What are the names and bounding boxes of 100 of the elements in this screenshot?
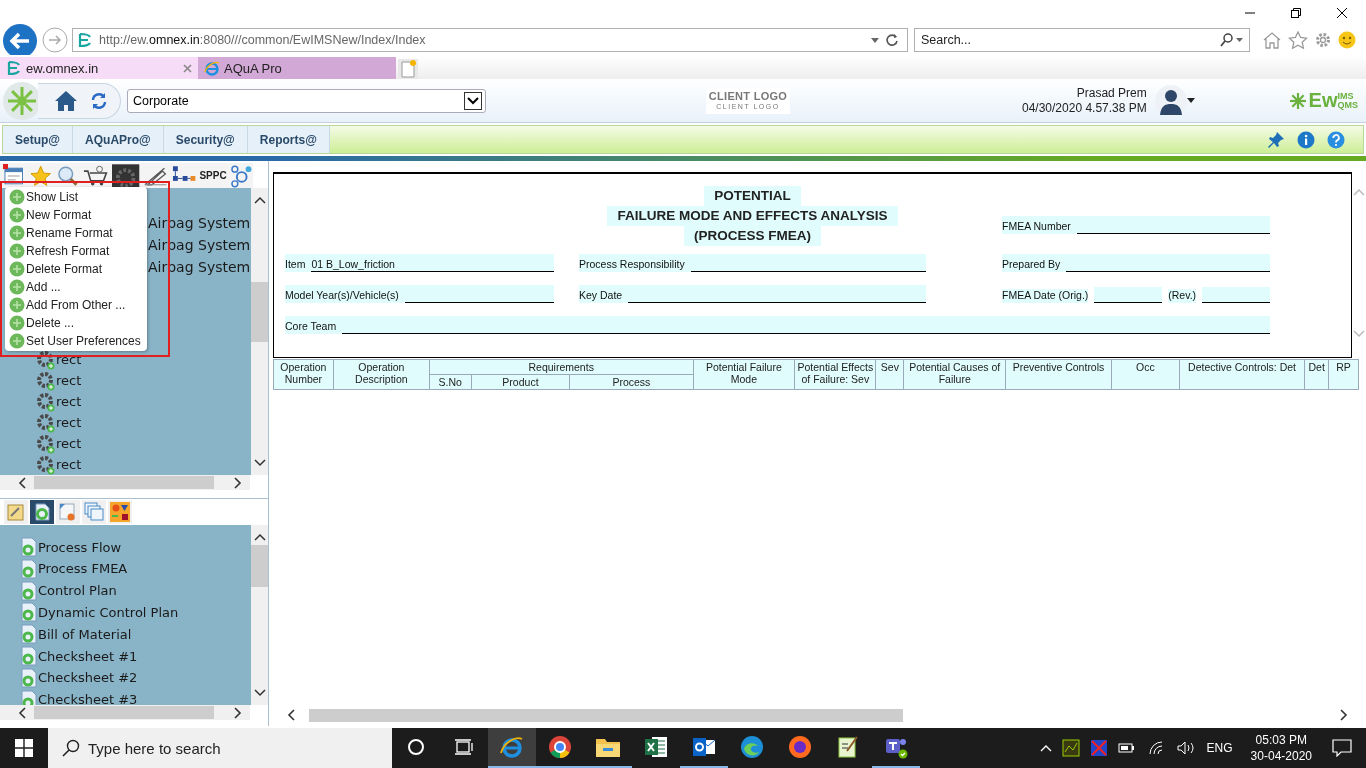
search-field[interactable]: Search... xyxy=(914,28,1250,52)
scroll-left-icon[interactable] xyxy=(287,709,295,721)
column-header: Occ xyxy=(1111,359,1180,390)
location-dropdown[interactable]: Corporate xyxy=(127,88,486,113)
browser-tab[interactable]: AQuA Pro xyxy=(198,57,396,79)
scroll-thumb[interactable] xyxy=(251,545,268,588)
browser-tab[interactable]: ew.omnex.in xyxy=(0,57,198,79)
gear-icon[interactable] xyxy=(112,163,140,188)
menu-item[interactable]: Set User Preferences xyxy=(5,332,147,350)
gear-icon xyxy=(36,370,56,391)
template-tab[interactable] xyxy=(108,500,132,525)
menu-item[interactable]: Rename Format xyxy=(5,224,147,242)
column-header: Potential Failure Mode xyxy=(693,359,795,390)
document-icon xyxy=(20,646,38,667)
template-item[interactable]: Control Plan xyxy=(38,583,117,599)
plus-icon xyxy=(9,315,25,331)
menu-item[interactable]: Add ... xyxy=(5,278,147,296)
menu-item[interactable]: Refresh Format xyxy=(5,242,147,260)
template-tab[interactable] xyxy=(30,500,54,525)
home-icon[interactable] xyxy=(1262,31,1282,49)
scroll-left-icon[interactable] xyxy=(18,476,26,489)
menu-item[interactable]: Delete ... xyxy=(5,314,147,332)
toolbar-label[interactable]: SPPC xyxy=(199,170,227,181)
notepad-icon xyxy=(6,502,26,523)
scroll-right-icon[interactable] xyxy=(234,706,242,719)
menu-item[interactable]: Add From Other ... xyxy=(5,296,147,314)
menu-item[interactable]: Reports@ xyxy=(247,126,330,153)
plus-icon xyxy=(9,225,25,241)
scroll-right-icon[interactable] xyxy=(234,476,242,489)
vertical-scrollbar[interactable] xyxy=(251,188,268,476)
column-header: Potential Effects of Failure: Sev xyxy=(794,359,876,390)
dropdown-icon[interactable] xyxy=(464,91,482,110)
tree-item[interactable]: rect xyxy=(56,457,82,473)
column-header: Potential Causes of Failure xyxy=(903,359,1006,390)
scroll-up-icon[interactable] xyxy=(253,533,266,542)
avatar-icon[interactable] xyxy=(1154,84,1187,117)
network-icon[interactable] xyxy=(229,163,253,188)
pin-icon[interactable] xyxy=(1267,130,1285,149)
home-icon[interactable] xyxy=(54,89,78,112)
menu-item[interactable]: AQuAPro@ xyxy=(73,126,164,153)
template-item[interactable]: Checksheet #2 xyxy=(38,670,138,686)
template-item[interactable]: Process FMEA xyxy=(38,561,128,577)
plus-icon xyxy=(9,333,25,349)
scroll-up-icon[interactable] xyxy=(253,196,266,204)
template-item[interactable]: Process Flow xyxy=(38,539,122,555)
menu-item[interactable]: New Format xyxy=(5,206,147,224)
browser-e-icon xyxy=(204,60,220,76)
tray-app-icon[interactable] xyxy=(1061,739,1080,757)
scroll-left-icon[interactable] xyxy=(18,706,26,719)
refresh-icon[interactable] xyxy=(90,91,108,110)
refresh-icon[interactable] xyxy=(885,33,899,47)
shapes-icon xyxy=(110,502,130,523)
magnifier-icon[interactable] xyxy=(55,164,80,187)
taskbar-search-field[interactable]: Type here to search xyxy=(48,728,392,768)
scroll-down-icon[interactable] xyxy=(253,689,266,698)
fill-in-line[interactable]: 01 B_Low_friction xyxy=(311,256,554,272)
field-label: FMEA Date (Orig.) xyxy=(1002,289,1089,303)
horizontal-scrollbar[interactable] xyxy=(0,705,250,720)
form-title: POTENTIAL xyxy=(704,186,801,206)
star-icon[interactable] xyxy=(29,164,53,187)
menu-item[interactable]: Setup@ xyxy=(3,126,74,153)
document-icon xyxy=(20,558,38,579)
chevron-up-icon[interactable] xyxy=(1039,744,1052,752)
tree-item[interactable]: rect xyxy=(56,415,82,431)
site-logo-icon xyxy=(77,32,93,48)
template-item[interactable]: Dynamic Control Plan xyxy=(38,604,179,620)
document-icon xyxy=(32,502,52,523)
close-icon[interactable] xyxy=(1336,7,1348,19)
speaker-icon[interactable] xyxy=(1175,740,1196,756)
clock[interactable]: 05:03 PM 30-04-2020 xyxy=(1250,732,1312,764)
cart-icon[interactable] xyxy=(82,164,110,187)
template-item[interactable]: Bill of Material xyxy=(38,626,132,642)
horizontal-scrollbar[interactable] xyxy=(0,475,250,491)
search-icon[interactable] xyxy=(1220,33,1244,47)
tree-item[interactable]: rect xyxy=(56,394,82,410)
info-icon[interactable] xyxy=(1297,130,1315,149)
scroll-down-icon[interactable] xyxy=(253,459,266,468)
menu-item[interactable]: Delete Format xyxy=(5,260,147,278)
tree-item[interactable]: rect xyxy=(56,373,82,389)
address-bar[interactable]: http://ew.omnex.in:8080///common/EwIMSNew/Index/Index xyxy=(72,28,908,52)
scroll-thumb[interactable] xyxy=(251,282,268,342)
menu-item[interactable]: Show List xyxy=(5,188,147,206)
caret-icon[interactable] xyxy=(1186,98,1195,103)
smiley-icon[interactable] xyxy=(1338,31,1356,49)
notification-icon[interactable] xyxy=(1332,739,1352,757)
settings-icon[interactable] xyxy=(1314,31,1332,49)
star-icon[interactable] xyxy=(1288,31,1308,49)
scroll-right-icon[interactable] xyxy=(1340,709,1348,721)
restore-icon[interactable] xyxy=(1290,7,1302,19)
tray-app-icon[interactable] xyxy=(1089,739,1108,757)
menu-item[interactable]: Security@ xyxy=(163,126,248,153)
template-item[interactable]: Checksheet #1 xyxy=(38,648,138,664)
vertical-scrollbar[interactable] xyxy=(251,525,268,706)
taskbar-e-logo-icon[interactable] xyxy=(488,728,536,768)
template-item[interactable]: Checksheet #3 xyxy=(38,692,138,706)
date-time: 04/30/2020 4.57.38 PM xyxy=(1022,100,1147,116)
help-icon[interactable] xyxy=(1327,130,1345,149)
language-indicator[interactable]: ENG xyxy=(1206,741,1233,755)
tree-item[interactable]: rect xyxy=(56,436,82,452)
column-header: Requirements xyxy=(429,359,693,375)
